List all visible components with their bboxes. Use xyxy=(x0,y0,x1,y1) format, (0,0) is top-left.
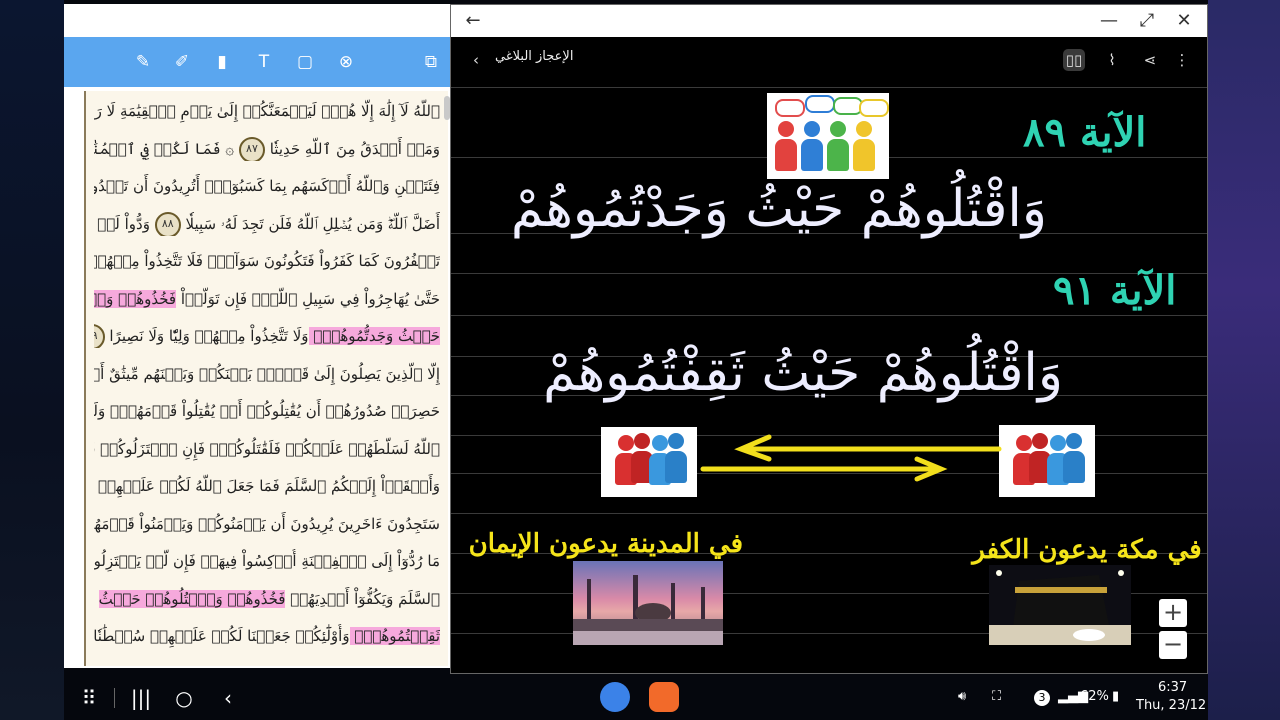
note-title: الإعجاز البلاغي xyxy=(495,49,574,64)
notes-window: ← — ⤢ ✕ ‹ الإعجاز البلاغي ▯▯ ⌇ ⋖ ⋮ الآية… xyxy=(450,4,1208,674)
quran-line: سَتَجِدُونَ ءَاخَرِينَ يُرِيدُونَ أَن يَ… xyxy=(94,512,440,536)
zoom-in-button[interactable]: + xyxy=(1159,599,1187,627)
more-icon[interactable]: ⋮ xyxy=(1171,49,1193,71)
verse-text: وَمَنۡ أَصۡدَقُ مِنَ ٱللَّهِ حَدِيثٗا xyxy=(264,139,440,158)
taskbar: ⠿ ||| ○ ‹ 🔊︎ ⛶ 3 ▂▄▆ 62% ▮ 6:37 Thu, 23/… xyxy=(64,676,1208,720)
quran-line: فِئَتَيۡنِ وَٱللَّهُ أَرۡكَسَهُم بِمَا ك… xyxy=(94,174,440,198)
verse-text: فِئَتَيۡنِ وَٱللَّهُ أَرۡكَسَهُم بِمَا ك… xyxy=(94,177,440,195)
volume-icon[interactable]: 🔊︎ xyxy=(958,689,966,704)
arrow-left-icon[interactable]: ← xyxy=(461,9,485,33)
minimize-icon[interactable]: — xyxy=(1097,9,1121,33)
quran-app-topbar xyxy=(64,4,450,37)
madina-mosque-photo xyxy=(573,561,723,645)
notification-badge[interactable]: 3 xyxy=(1034,690,1050,706)
attach-icon[interactable]: ⌇ xyxy=(1101,49,1123,71)
text-icon[interactable]: T xyxy=(253,51,275,73)
verse-text: وَلَا تَتَّخِذُواْ مِنۡهُمۡ وَلِيّٗا وَل… xyxy=(104,327,309,345)
makkah-kaaba-photo xyxy=(989,565,1131,645)
browser-app-icon[interactable] xyxy=(600,682,630,712)
highlighter-icon[interactable]: ▮ xyxy=(211,51,233,73)
back-icon[interactable]: ‹ xyxy=(215,685,241,711)
quran-line: حَيۡثُ وَجَدتُّمُوهُمۡۖ وَلَا تَتَّخِذُو… xyxy=(94,324,440,348)
quran-line: حَتَّىٰ يُهَاجِرُواْ فِي سَبِيلِ ٱللَّهِ… xyxy=(94,287,440,311)
highlighted-text: حَيۡثُ وَجَدتُّمُوهُمۡۖ xyxy=(308,327,440,345)
copy-icon[interactable]: ⧉ xyxy=(420,51,442,73)
marker-icon[interactable]: ✐ xyxy=(171,51,193,73)
verse-text: تَكۡفُرُونَ كَمَا كَفَرُواْ فَتَكُونُونَ… xyxy=(94,252,440,270)
window-titlebar: ← — ⤢ ✕ xyxy=(451,5,1207,37)
quran-line: حَصِرَتۡ صُدُورُهُمۡ أَن يُقَٰتِلُوكُمۡ … xyxy=(94,399,440,423)
quran-page: ٱللَّهُ لَآ إِلَٰهَ إِلَّا هُوَۚ لَيَجۡم… xyxy=(84,91,448,666)
caption-makkah: في مكة يدعون الكفر xyxy=(972,535,1202,565)
quran-line: ٱللَّهُ لَسَلَّطَهُمۡ عَلَيۡكُمۡ فَلَقَٰ… xyxy=(94,437,440,461)
verse-text: ٱلسَّلَمَ وَيَكُفُّوٓاْ أَيۡدِيَهُمۡ xyxy=(285,589,440,608)
highlighted-text: فَخُذُوهُمۡ وَٱقۡتُلُوهُمۡ xyxy=(94,289,177,308)
verse-text: حَتَّىٰ يُهَاجِرُواْ فِي سَبِيلِ ٱللَّهِ… xyxy=(176,289,440,308)
clock-date[interactable]: Thu, 23/12 xyxy=(1136,698,1206,713)
maximize-icon[interactable]: ⤢ xyxy=(1135,9,1159,33)
ayah-number-marker: ٨٧ xyxy=(238,136,265,161)
verse-text: ٱللَّهُ لَسَلَّطَهُمۡ عَلَيۡكُمۡ فَلَقَٰ… xyxy=(94,439,440,458)
quran-line: إِلَّا ٱلَّذِينَ يَصِلُونَ إِلَىٰ قَوۡمِ… xyxy=(94,362,440,386)
verse-text: أَضَلَّ ٱللَّهُۖ وَمَن يُضۡلِلِ ٱللَّهُ … xyxy=(180,214,441,233)
quran-line: وَمَنۡ أَصۡدَقُ مِنَ ٱللَّهِ حَدِيثٗا ٨٧… xyxy=(94,136,440,161)
eraser-icon[interactable]: ⊗ xyxy=(335,51,357,73)
desktop-background-right xyxy=(1208,0,1280,720)
verse-text: ٱللَّهُ لَآ إِلَٰهَ إِلَّا هُوَۚ لَيَجۡم… xyxy=(94,102,440,120)
shape-icon[interactable]: ▢ xyxy=(294,51,316,73)
pen-icon[interactable]: ✎ xyxy=(132,51,154,73)
drawing-canvas[interactable]: الآية ٨٩ وَاقْتُلُوهُمْ حَيْثُ وَجَدْتُم… xyxy=(451,81,1207,673)
ayah-number-marker: ٨٩ xyxy=(94,324,105,348)
battery-icon: ▮ xyxy=(1112,689,1120,704)
verse-text: مَا رُدُّوٓاْ إِلَى ٱلۡفِتۡنَةِ أُرۡكِسُ… xyxy=(94,552,440,570)
desktop-background-left xyxy=(0,0,64,720)
verse-text: سَتَجِدُونَ ءَاخَرِينَ يُرِيدُونَ أَن يَ… xyxy=(94,514,440,533)
quran-line: تَكۡفُرُونَ كَمَا كَفَرُواْ فَتَكُونُونَ… xyxy=(94,249,440,273)
recents-icon[interactable]: ||| xyxy=(128,685,154,711)
share-icon[interactable]: ⋖ xyxy=(1139,49,1161,71)
ayah-number-marker: ٨٨ xyxy=(154,211,181,236)
quran-line: أَضَلَّ ٱللَّهُۖ وَمَن يُضۡلِلِ ٱللَّهُ … xyxy=(94,211,441,236)
zoom-out-button[interactable]: − xyxy=(1159,631,1187,659)
caption-madina: في المدينة يدعون الإيمان xyxy=(468,529,743,559)
annotation-toolbar: ✎ ✐ ▮ T ▢ ⊗ ⧉ xyxy=(64,37,450,87)
taskbar-divider xyxy=(114,688,115,708)
mosque-silhouette xyxy=(573,575,723,645)
battery-level: 62% xyxy=(1080,689,1109,704)
verse-text: ۞ فَمَا لَكُمۡ فِي ٱلۡمُنَٰفِقِينَ xyxy=(94,139,235,158)
quran-line: ٱلسَّلَمَ وَيَكُفُّوٓاْ أَيۡدِيَهُمۡ فَخ… xyxy=(94,587,440,611)
apps-grid-icon[interactable]: ⠿ xyxy=(76,685,102,711)
verse-text: وَأَلۡقَوۡاْ إِلَيۡكُمُ ٱلسَّلَمَ فَمَا … xyxy=(94,477,440,495)
kaaba-silhouette xyxy=(989,570,1131,645)
verse-text: وَأُوْلَٰٓئِكُمۡ جَعَلۡنَا لَكُمۡ عَلَيۡ… xyxy=(94,627,350,645)
quran-line: مَا رُدُّوٓاْ إِلَى ٱلۡفِتۡنَةِ أُرۡكِسُ… xyxy=(94,549,440,573)
verse-text: حَصِرَتۡ صُدُورُهُمۡ أَن يُقَٰتِلُوكُمۡ … xyxy=(94,402,440,420)
quran-line: ٱللَّهُ لَآ إِلَٰهَ إِلَّا هُوَۚ لَيَجۡم… xyxy=(94,99,440,123)
notes-app-icon[interactable] xyxy=(649,682,679,712)
home-icon[interactable]: ○ xyxy=(171,685,197,711)
note-header: ‹ الإعجاز البلاغي ▯▯ ⌇ ⋖ ⋮ xyxy=(451,37,1207,81)
quran-line: ثَقِفۡتُمُوهُمۡۚ وَأُوْلَٰٓئِكُمۡ جَعَلۡ… xyxy=(94,624,440,648)
clock-time[interactable]: 6:37 xyxy=(1158,680,1187,695)
screen-capture-icon[interactable]: ⛶ xyxy=(992,689,1001,704)
highlighted-text: ثَقِفۡتُمُوهُمۡۚ xyxy=(349,627,440,645)
quran-line: وَأَلۡقَوۡاْ إِلَيۡكُمُ ٱلسَّلَمَ فَمَا … xyxy=(94,474,440,498)
verse-text: إِلَّا ٱلَّذِينَ يَصِلُونَ إِلَىٰ قَوۡمِ… xyxy=(94,364,440,383)
quran-app-window: ✎ ✐ ▮ T ▢ ⊗ ⧉ ٱللَّهُ لَآ إِلَٰهَ إِلَّا… xyxy=(64,4,450,668)
reading-mode-icon[interactable]: ▯▯ xyxy=(1063,49,1085,71)
highlighted-text: فَخُذُوهُمۡ وَٱقۡتُلُوهُمۡ حَيۡثُ xyxy=(98,589,286,608)
close-icon[interactable]: ✕ xyxy=(1172,9,1196,33)
verse-text: وَدُّواْ لَوۡ xyxy=(97,214,150,233)
chevron-left-icon[interactable]: ‹ xyxy=(465,49,487,71)
